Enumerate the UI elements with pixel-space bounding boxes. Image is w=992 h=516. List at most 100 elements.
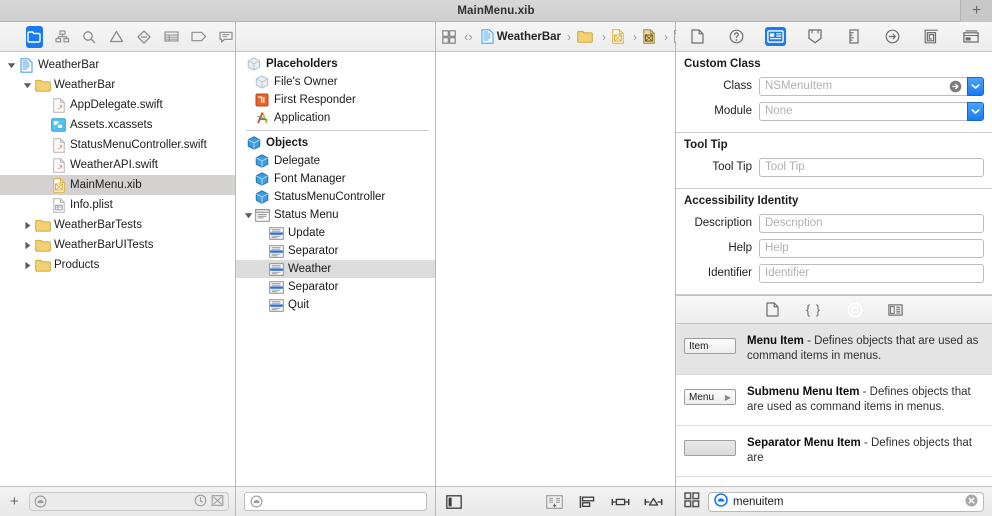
outline-item[interactable]: Delegate: [236, 152, 435, 170]
document-outline-tree[interactable]: Placeholders File's Owner First Responder A…: [236, 52, 435, 486]
inspector-field-tool-tip[interactable]: Tool Tip: [759, 157, 984, 177]
size-inspector-tab[interactable]: [843, 27, 864, 46]
object-cube-icon: [246, 136, 262, 150]
disclosure-triangle[interactable]: [4, 61, 18, 70]
attributes-inspector-tab[interactable]: [804, 27, 825, 46]
object-cube-icon: [254, 190, 270, 204]
file-row[interactable]: MainMenu.xib: [0, 175, 235, 195]
library-item-chip: [684, 440, 736, 456]
project-navigator-tree[interactable]: WeatherBar WeatherBar AppDelegate.swift Ass…: [0, 52, 235, 486]
recent-files-filter-icon[interactable]: [194, 494, 207, 510]
navigator-tab-breakpoints[interactable]: [190, 26, 207, 48]
outline-group-label: Objects: [266, 137, 309, 149]
file-row[interactable]: Info.plist: [0, 195, 235, 215]
inspector-field-class[interactable]: NSMenuItem: [759, 76, 967, 96]
outline-item[interactable]: Update: [236, 224, 435, 242]
outline-group-header[interactable]: Placeholders: [236, 55, 435, 73]
navigator-tab-tests[interactable]: [136, 26, 153, 48]
view-effects-inspector-tab[interactable]: [960, 27, 981, 46]
forward-button[interactable]: ›: [468, 26, 472, 48]
resolve-auto-layout-issues-icon[interactable]: [643, 492, 663, 512]
library-item[interactable]: Menu ▶ Submenu Menu Item - Defines objects…: [676, 375, 992, 426]
library-view-toggle-icon[interactable]: [684, 492, 700, 511]
update-frames-icon[interactable]: [544, 492, 564, 512]
library-search-field[interactable]: menuitem: [708, 491, 984, 512]
object-library-list[interactable]: Item Menu Item - Defines objects that are…: [676, 324, 992, 486]
file-row[interactable]: WeatherBar: [0, 55, 235, 75]
file-row[interactable]: Products: [0, 255, 235, 275]
outline-item-label: Application: [274, 112, 331, 124]
interface-builder-canvas[interactable]: · · · UpdateWeatherQuit · · ·: [436, 52, 675, 486]
navigator-tab-source-control[interactable]: [53, 26, 70, 48]
outline-group-header[interactable]: Objects: [236, 134, 435, 152]
toggle-document-outline-button[interactable]: [444, 492, 464, 512]
file-row[interactable]: WeatherBarUITests: [0, 235, 235, 255]
bindings-inspector-tab[interactable]: [921, 27, 942, 46]
canvas-bottom-bar: [436, 486, 675, 516]
navigator-filter-field[interactable]: [28, 492, 229, 511]
field-placeholder: Description: [765, 217, 823, 229]
library-item-chip-label: Menu: [689, 391, 715, 403]
file-row[interactable]: AppDelegate.swift: [0, 95, 235, 115]
breadcrumb-item[interactable]: [643, 29, 658, 44]
inspector-field-identifier[interactable]: Identifier: [759, 263, 984, 283]
align-icon[interactable]: [577, 492, 597, 512]
inspector-field-help[interactable]: Help: [759, 238, 984, 258]
file-row[interactable]: Assets.xcassets: [0, 115, 235, 135]
media-library-tab[interactable]: [886, 300, 906, 319]
code-snippet-library-tab[interactable]: { }: [804, 300, 824, 319]
quick-help-tab[interactable]: [726, 27, 747, 46]
disclosure-triangle[interactable]: [20, 81, 34, 90]
outline-item[interactable]: First Responder: [236, 91, 435, 109]
navigator-tab-debug[interactable]: [163, 26, 180, 48]
disclosure-triangle[interactable]: [242, 211, 254, 220]
inspector-field-description[interactable]: Description: [759, 213, 984, 233]
connections-inspector-tab[interactable]: [882, 27, 903, 46]
open-class-icon[interactable]: [949, 80, 962, 93]
outline-filter-field[interactable]: [244, 492, 427, 511]
outline-item-label: Weather: [288, 263, 332, 275]
file-name: Products: [54, 259, 100, 271]
source-control-filter-icon[interactable]: [211, 494, 224, 510]
library-item[interactable]: Separator Menu Item - Defines objects th…: [676, 426, 992, 477]
file-row[interactable]: StatusMenuController.swift: [0, 135, 235, 155]
breadcrumb-item[interactable]: WeatherBar: [481, 29, 561, 44]
file-template-library-tab[interactable]: [763, 300, 783, 319]
outline-item[interactable]: Font Manager: [236, 170, 435, 188]
navigator-tab-project[interactable]: [26, 25, 44, 48]
disclosure-triangle[interactable]: [20, 221, 34, 230]
file-row[interactable]: WeatherBar: [0, 75, 235, 95]
outline-item[interactable]: Weather: [236, 260, 435, 278]
breadcrumb-item[interactable]: [612, 29, 627, 44]
navigator-tab-issues[interactable]: [108, 26, 125, 48]
chevron-down-icon[interactable]: [967, 101, 984, 121]
file-inspector-tab[interactable]: [687, 27, 708, 46]
outline-item-label: Separator: [288, 245, 339, 257]
outline-item[interactable]: Quit: [236, 296, 435, 314]
outline-item[interactable]: Application: [236, 109, 435, 127]
file-row[interactable]: WeatherAPI.swift: [0, 155, 235, 175]
identity-inspector-tab[interactable]: [765, 27, 786, 46]
editor-options-icon[interactable]: [442, 26, 456, 48]
file-row[interactable]: WeatherBarTests: [0, 215, 235, 235]
inspector-field-module[interactable]: None: [759, 101, 967, 121]
outline-item[interactable]: Separator: [236, 278, 435, 296]
pin-icon[interactable]: [610, 492, 630, 512]
chevron-down-icon[interactable]: [967, 76, 984, 96]
add-editor-button[interactable]: +: [960, 0, 992, 22]
outline-item[interactable]: Separator: [236, 242, 435, 260]
object-library-tab[interactable]: [845, 300, 865, 319]
inspector-field-label: Identifier: [707, 267, 752, 279]
add-file-button[interactable]: +: [6, 494, 23, 509]
breadcrumb-item[interactable]: [577, 30, 596, 43]
outline-item[interactable]: File's Owner: [236, 73, 435, 91]
outline-item-label: Delegate: [274, 155, 321, 167]
disclosure-triangle[interactable]: [20, 261, 34, 270]
outline-item[interactable]: Status Menu: [236, 206, 435, 224]
disclosure-triangle[interactable]: [20, 241, 34, 250]
outline-item[interactable]: StatusMenuController: [236, 188, 435, 206]
clear-search-icon[interactable]: [965, 494, 978, 510]
library-item[interactable]: Item Menu Item - Defines objects that are…: [676, 324, 992, 375]
navigator-tab-reports[interactable]: [218, 26, 235, 48]
navigator-tab-search[interactable]: [81, 26, 98, 48]
